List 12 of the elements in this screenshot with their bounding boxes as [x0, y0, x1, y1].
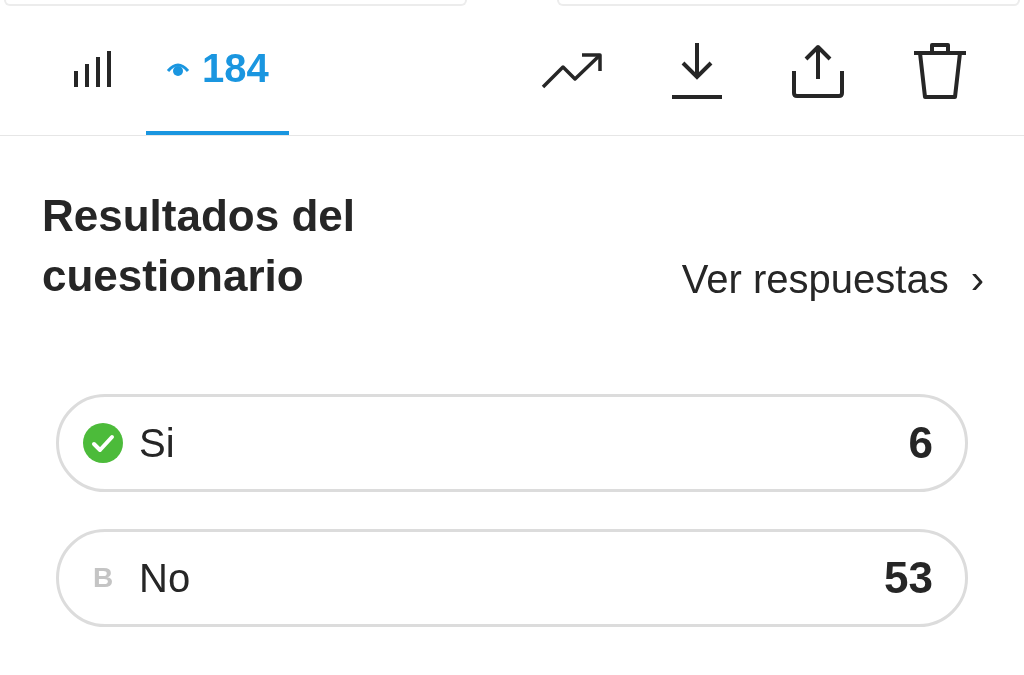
view-answers-link[interactable]: Ver respuestas › — [681, 257, 984, 306]
section-title: Resultados del cuestionario — [42, 190, 356, 302]
vote-count: 6 — [908, 418, 933, 468]
chevron-icon: › — [970, 257, 984, 302]
trend-icon[interactable] — [540, 50, 604, 91]
option-letter: B — [92, 562, 114, 594]
option-label: Si — [139, 420, 176, 466]
option-label: No — [139, 555, 192, 601]
download-icon[interactable] — [670, 40, 724, 101]
share-icon[interactable] — [790, 42, 846, 99]
trash-icon[interactable] — [912, 40, 968, 101]
vote-count: 53 — [884, 553, 933, 603]
